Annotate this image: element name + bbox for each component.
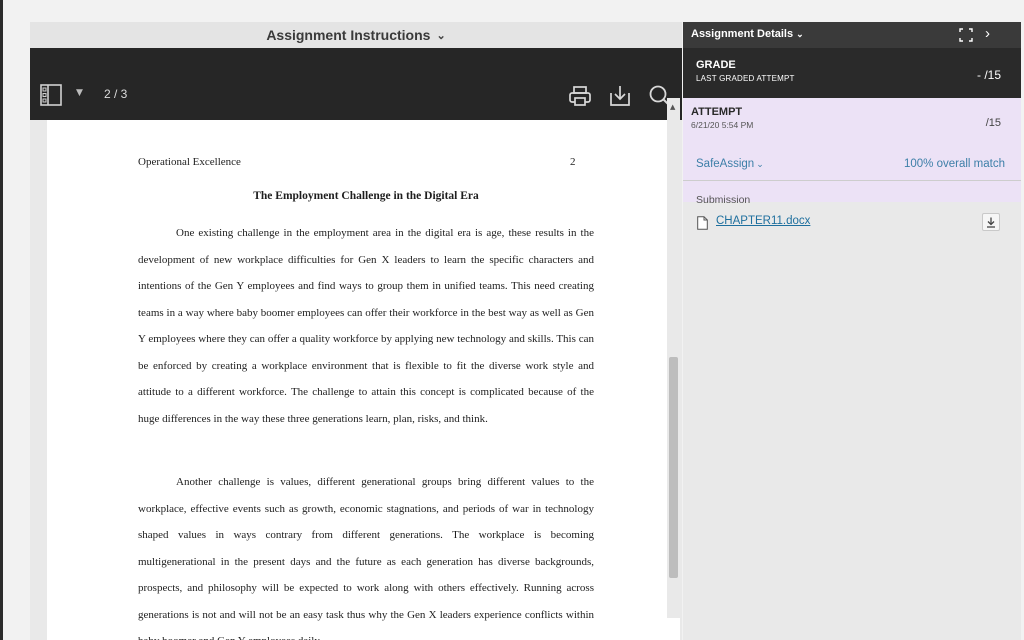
grade-score: - /15 — [976, 68, 1001, 82]
download-icon — [987, 217, 995, 228]
attempt-score: /15 — [985, 117, 1001, 129]
document-scroll-area[interactable]: Operational Excellence 2 The Employment … — [30, 120, 682, 640]
file-download-button[interactable] — [982, 213, 1000, 231]
grade-label: GRADE — [696, 59, 736, 71]
document-title: The Employment Challenge in the Digital … — [253, 190, 479, 202]
chevron-down-icon: ⌄ — [796, 29, 804, 39]
viewer-toolbar: ▼ 2 / 3 — [30, 48, 682, 120]
section-divider — [683, 180, 1021, 181]
window-edge — [0, 0, 3, 640]
details-header: Assignment Details ⌄ › — [683, 22, 1021, 48]
page-indicator: 2 / 3 — [104, 87, 128, 101]
expand-icon[interactable] — [959, 28, 973, 42]
sidebar-toggle-icon[interactable] — [40, 84, 62, 106]
viewer-title: Assignment Instructions — [266, 27, 431, 43]
safeassign-dropdown[interactable]: SafeAssign ⌄ — [696, 158, 764, 170]
chevron-right-icon[interactable]: › — [985, 25, 990, 42]
grade-section: GRADE LAST GRADED ATTEMPT - /15 — [683, 48, 1021, 98]
print-icon[interactable] — [568, 84, 592, 108]
scrollbar-thumb[interactable] — [669, 357, 678, 578]
assignment-details-panel: Assignment Details ⌄ › GRADE LAST GRADED … — [683, 22, 1021, 640]
details-title[interactable]: Assignment Details ⌄ — [691, 28, 804, 40]
document-page: Operational Excellence 2 The Employment … — [47, 120, 680, 640]
submission-file-link[interactable]: CHAPTER11.docx — [716, 215, 810, 227]
grade-sublabel: LAST GRADED ATTEMPT — [696, 74, 795, 83]
document-icon — [697, 216, 708, 230]
viewer-title-bar[interactable]: Assignment Instructions ⌄ — [30, 22, 682, 48]
safeassign-label: SafeAssign — [696, 158, 755, 170]
submission-label: Submission — [696, 194, 751, 206]
overall-match-link[interactable]: 100% overall match — [904, 158, 1005, 170]
page-number: 2 — [570, 156, 576, 168]
paragraph-1: One existing challenge in the employment… — [138, 227, 594, 425]
chevron-down-icon: ⌄ — [436, 29, 446, 42]
document-viewer: Assignment Instructions ⌄ ▼ 2 / 3 Operat… — [30, 22, 682, 640]
download-icon[interactable] — [608, 84, 632, 108]
details-title-text: Assignment Details — [691, 28, 794, 40]
chevron-down-icon: ⌄ — [756, 159, 764, 169]
paragraph-2: Another challenge is values, different g… — [138, 476, 594, 640]
running-head: Operational Excellence — [138, 156, 241, 168]
attempt-section[interactable]: ATTEMPT 6/21/20 5:54 PM /15 SafeAssign ⌄ … — [683, 98, 1021, 202]
attempt-label: ATTEMPT — [691, 106, 743, 118]
caret-down-icon[interactable]: ▼ — [76, 88, 83, 98]
scroll-up-arrow-icon[interactable]: ▲ — [670, 103, 675, 111]
attempt-date: 6/21/20 5:54 PM — [691, 120, 754, 130]
